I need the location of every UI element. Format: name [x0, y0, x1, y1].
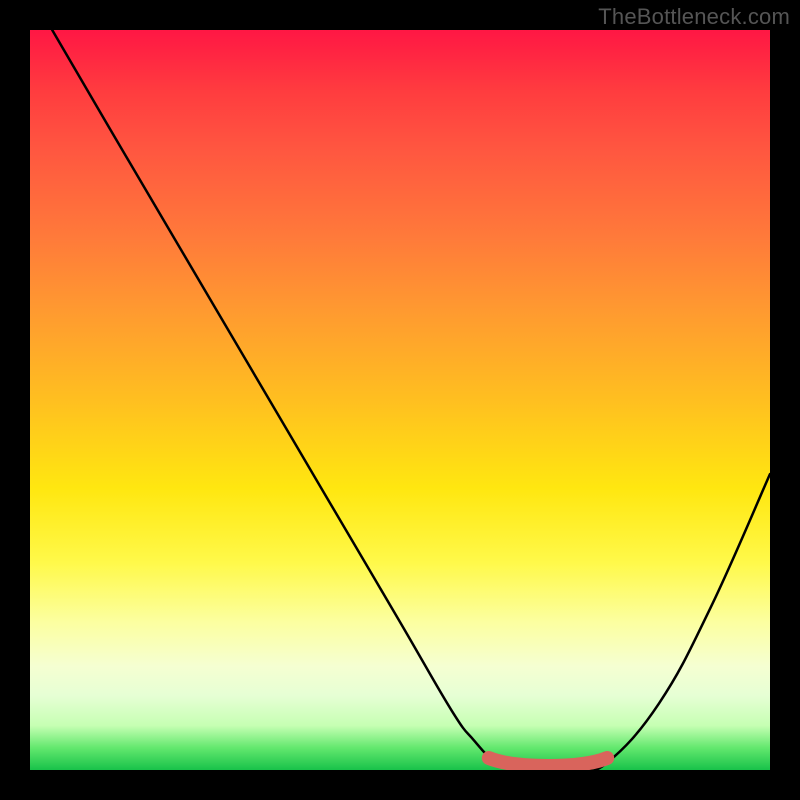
chart-frame: TheBottleneck.com	[0, 0, 800, 800]
plot-area	[30, 30, 770, 770]
curve-layer	[30, 30, 770, 770]
watermark-text: TheBottleneck.com	[598, 4, 790, 30]
bottleneck-curve	[52, 30, 770, 770]
optimum-marker	[489, 758, 607, 766]
